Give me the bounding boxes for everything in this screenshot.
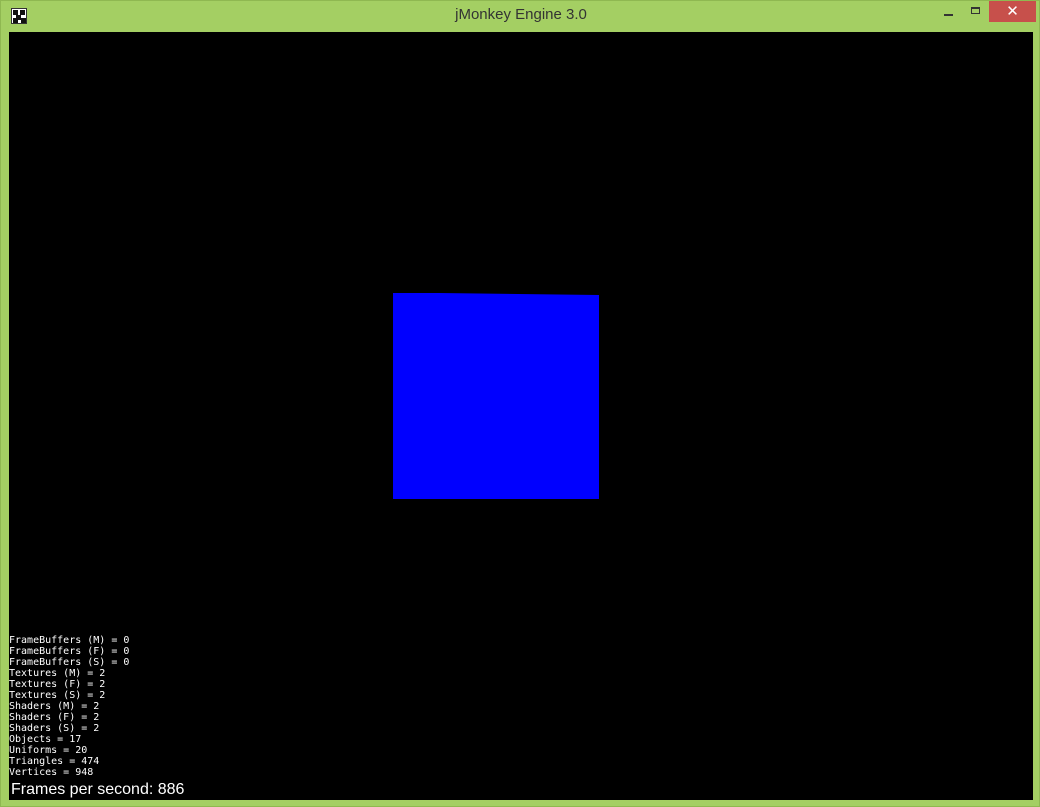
stat-line: Triangles = 474: [9, 756, 100, 767]
maximize-icon: [971, 7, 980, 14]
stat-line: Uniforms = 20: [9, 745, 88, 756]
blue-cube: [393, 293, 599, 499]
stat-line: Textures (M) = 2: [9, 668, 106, 679]
render-viewport[interactable]: FrameBuffers (M) = 0 FrameBuffers (F) = …: [9, 32, 1033, 800]
stat-line: FrameBuffers (S) = 0: [9, 657, 130, 668]
minimize-icon: [944, 14, 953, 16]
stat-line: Vertices = 948: [9, 767, 94, 778]
close-icon: ✕: [1006, 2, 1019, 20]
fps-counter: Frames per second: 886: [11, 781, 185, 798]
stats-panel: FrameBuffers (M) = 0 FrameBuffers (F) = …: [9, 635, 129, 778]
stat-line: Textures (S) = 2: [9, 690, 106, 701]
minimize-button[interactable]: [933, 1, 961, 22]
app-window: jMonkey Engine 3.0 ✕ FrameBuffers (M) = …: [0, 0, 1040, 807]
stat-line: Shaders (F) = 2: [9, 712, 100, 723]
close-button[interactable]: ✕: [989, 1, 1036, 22]
title-bar[interactable]: jMonkey Engine 3.0 ✕: [1, 1, 1040, 32]
stat-line: Objects = 17: [9, 734, 82, 745]
stat-line: FrameBuffers (M) = 0: [9, 635, 130, 646]
stat-line: FrameBuffers (F) = 0: [9, 646, 130, 657]
stat-line: Shaders (M) = 2: [9, 701, 100, 712]
stat-line: Textures (F) = 2: [9, 679, 106, 690]
window-title: jMonkey Engine 3.0: [455, 6, 587, 23]
stat-line: Shaders (S) = 2: [9, 723, 100, 734]
maximize-button[interactable]: [962, 1, 988, 22]
